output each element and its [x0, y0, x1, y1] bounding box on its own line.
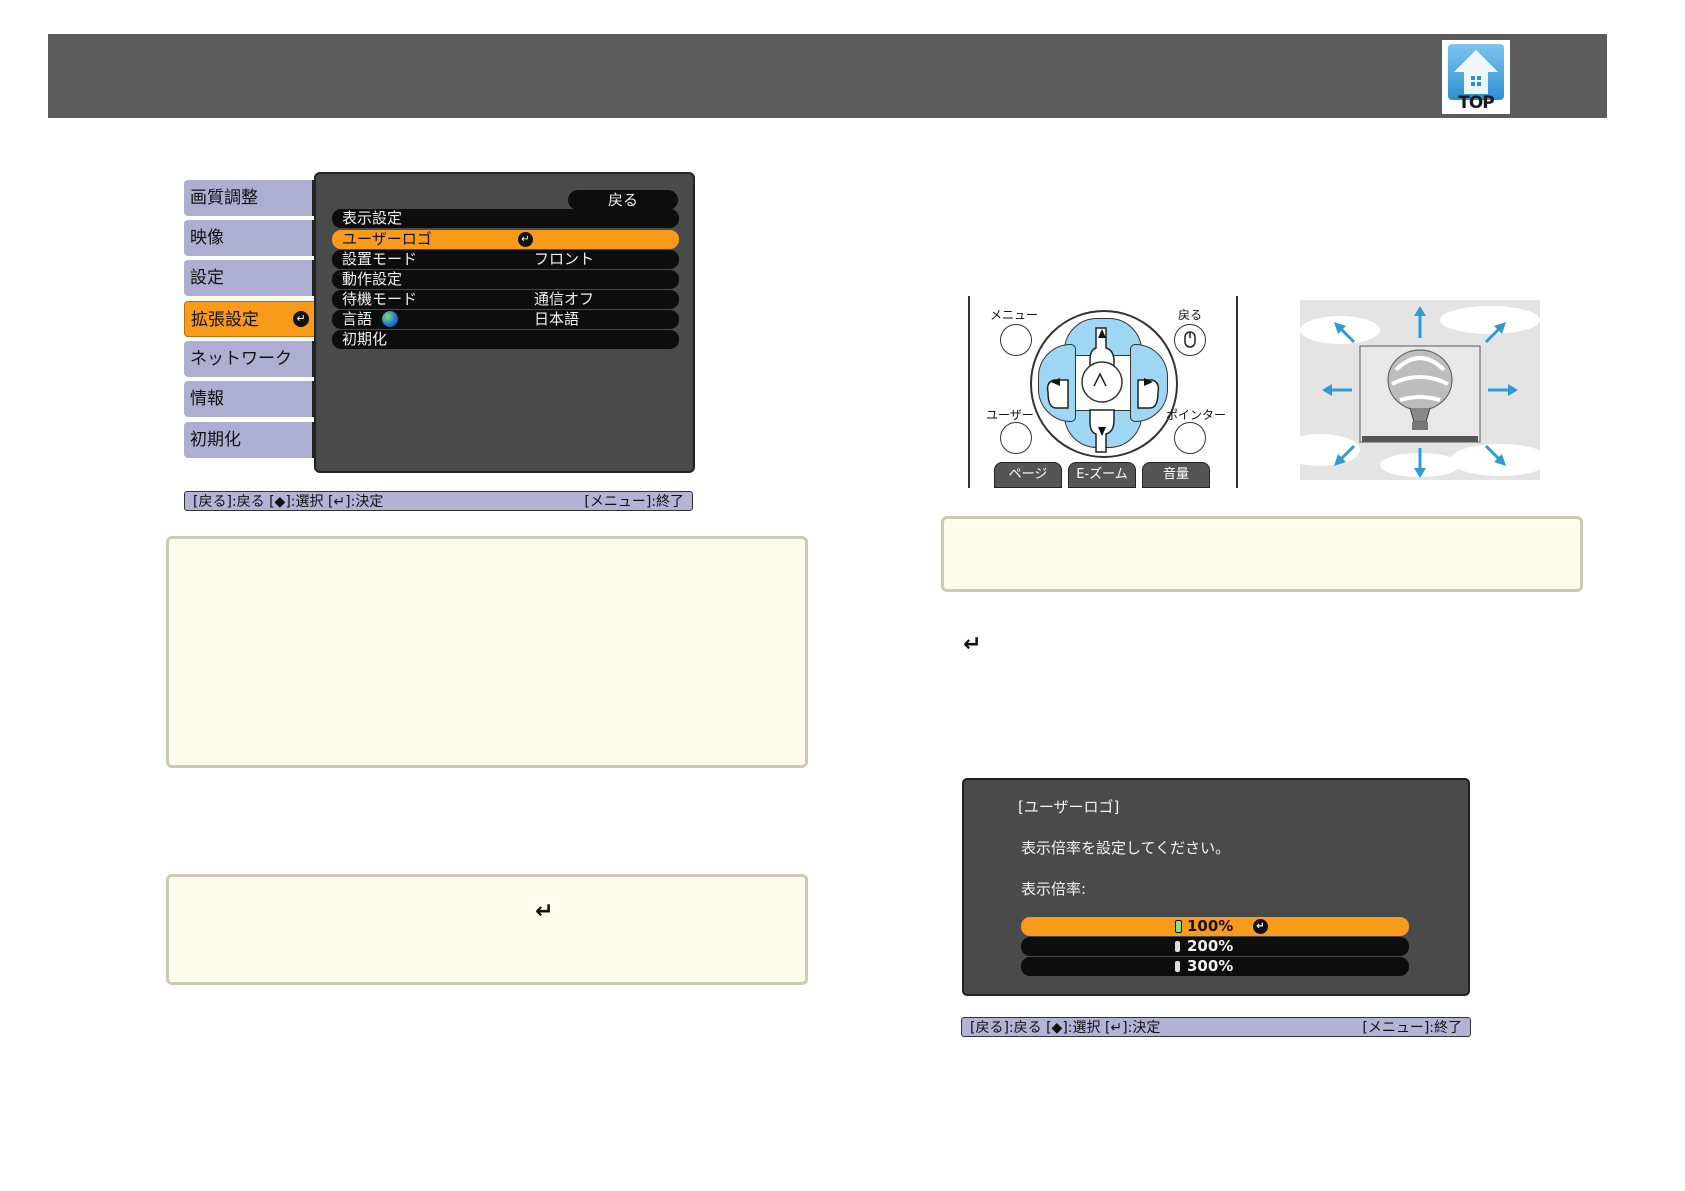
- menu-item-standby[interactable]: 待機モード 通信オフ: [332, 290, 679, 309]
- menu-tab-settings[interactable]: 設定: [184, 260, 318, 296]
- page-header-band: [48, 34, 1607, 118]
- menu-item-value: フロント: [534, 250, 595, 268]
- remote-user-button[interactable]: [1000, 422, 1032, 454]
- tab-label: 映像: [190, 228, 224, 248]
- return-icon: ↵: [963, 632, 982, 657]
- zoom-option-label: 100%: [1187, 917, 1234, 935]
- menu-item-reset[interactable]: 初期化: [332, 330, 679, 349]
- enter-icon: ↵: [1253, 919, 1268, 934]
- tab-label: 設定: [190, 268, 224, 288]
- enter-icon: ↵: [293, 311, 309, 327]
- balloon-image: [1300, 306, 1540, 478]
- zoom-option-300[interactable]: 300%: [1021, 957, 1409, 976]
- back-button[interactable]: 戻る: [568, 190, 678, 210]
- remote-page-key[interactable]: ページ: [994, 462, 1062, 488]
- remote-pointer-button[interactable]: [1174, 422, 1206, 454]
- zoom-option-100[interactable]: 100% ↵: [1021, 917, 1409, 936]
- remote-ezoom-key[interactable]: E-ズーム: [1068, 462, 1136, 488]
- help-right-text: [メニュー]:終了: [1362, 1020, 1462, 1036]
- return-icon: ↵: [535, 899, 554, 924]
- zoom-label: 表示倍率:: [1021, 880, 1087, 898]
- menu-tab-signal[interactable]: 映像: [184, 220, 318, 256]
- remote-pointer-label: ポインター: [1166, 408, 1227, 422]
- dialog-instruction: 表示倍率を設定してください。: [1021, 839, 1231, 857]
- menu-tab-network[interactable]: ネットワーク: [184, 341, 318, 377]
- menu-item-user-logo[interactable]: ユーザーロゴ ↵: [332, 230, 679, 249]
- menu-item-label: 初期化: [342, 330, 388, 348]
- zoom-option-200[interactable]: 200%: [1021, 937, 1409, 956]
- menu-item-label: ユーザーロゴ: [342, 230, 432, 248]
- menu-item-label: 言語: [342, 310, 373, 328]
- help-left-text: [戻る]:戻る [◆]:選択 [↵]:決定: [193, 494, 384, 510]
- menu-help-bar: [戻る]:戻る [◆]:選択 [↵]:決定 [メニュー]:終了: [184, 491, 693, 511]
- top-logo[interactable]: TOP: [1442, 40, 1510, 114]
- option-indicator: [1175, 920, 1182, 933]
- option-indicator: [1175, 941, 1180, 952]
- menu-item-value: 通信オフ: [534, 290, 595, 308]
- menu-item-value: 日本語: [534, 310, 580, 328]
- tab-label: 情報: [190, 389, 224, 409]
- top-logo-label: TOP: [1458, 93, 1495, 113]
- remote-menu-button[interactable]: [1000, 324, 1032, 356]
- menu-item-label: 動作設定: [342, 270, 403, 288]
- logo-position-illustration: [1300, 300, 1540, 480]
- menu-tab-picture[interactable]: 画質調整: [184, 180, 318, 216]
- remote-control-illustration: メニュー 戻る ユーザー ポインター ページ E-ズーム 音量: [968, 296, 1238, 488]
- help-right-text: [メニュー]:終了: [584, 494, 684, 510]
- tab-label: 画質調整: [190, 188, 258, 208]
- menu-item-label: 表示設定: [342, 209, 403, 227]
- tab-label: 拡張設定: [191, 310, 259, 330]
- remote-menu-label: メニュー: [990, 308, 1039, 322]
- remote-back-label: 戻る: [1178, 308, 1203, 322]
- dialog-help-bar: [戻る]:戻る [◆]:選択 [↵]:決定 [メニュー]:終了: [961, 1017, 1471, 1037]
- menu-item-operation[interactable]: 動作設定: [332, 270, 679, 289]
- option-indicator: [1175, 961, 1180, 972]
- zoom-option-label: 200%: [1187, 937, 1234, 955]
- globe-icon: [382, 311, 399, 327]
- tab-label: ネットワーク: [190, 349, 292, 369]
- menu-tab-extended[interactable]: 拡張設定 ↵: [184, 301, 318, 337]
- note-box-2: ↵: [166, 874, 808, 985]
- menu-item-projection[interactable]: 設置モード フロント: [332, 250, 679, 269]
- menu-tab-reset[interactable]: 初期化: [184, 422, 318, 458]
- zoom-option-label: 300%: [1187, 957, 1234, 975]
- note-box-1: [166, 536, 808, 768]
- menu-item-display[interactable]: 表示設定: [332, 209, 679, 228]
- dialog-title: [ユーザーロゴ]: [1018, 798, 1120, 816]
- help-left-text: [戻る]:戻る [◆]:選択 [↵]:決定: [970, 1020, 1161, 1036]
- menu-item-language[interactable]: 言語 日本語: [332, 310, 679, 329]
- tab-label: 初期化: [190, 430, 241, 450]
- menu-item-label: 設置モード: [342, 250, 418, 268]
- note-box-3: [941, 516, 1583, 592]
- remote-user-label: ユーザー: [986, 408, 1034, 422]
- menu-item-label: 待機モード: [342, 290, 418, 308]
- menu-tab-info[interactable]: 情報: [184, 381, 318, 417]
- remote-volume-key[interactable]: 音量: [1142, 462, 1210, 488]
- enter-icon: ↵: [518, 232, 533, 247]
- mouse-icon: [1184, 331, 1196, 348]
- home-icon: [1448, 44, 1504, 100]
- remote-back-button[interactable]: [1174, 324, 1206, 356]
